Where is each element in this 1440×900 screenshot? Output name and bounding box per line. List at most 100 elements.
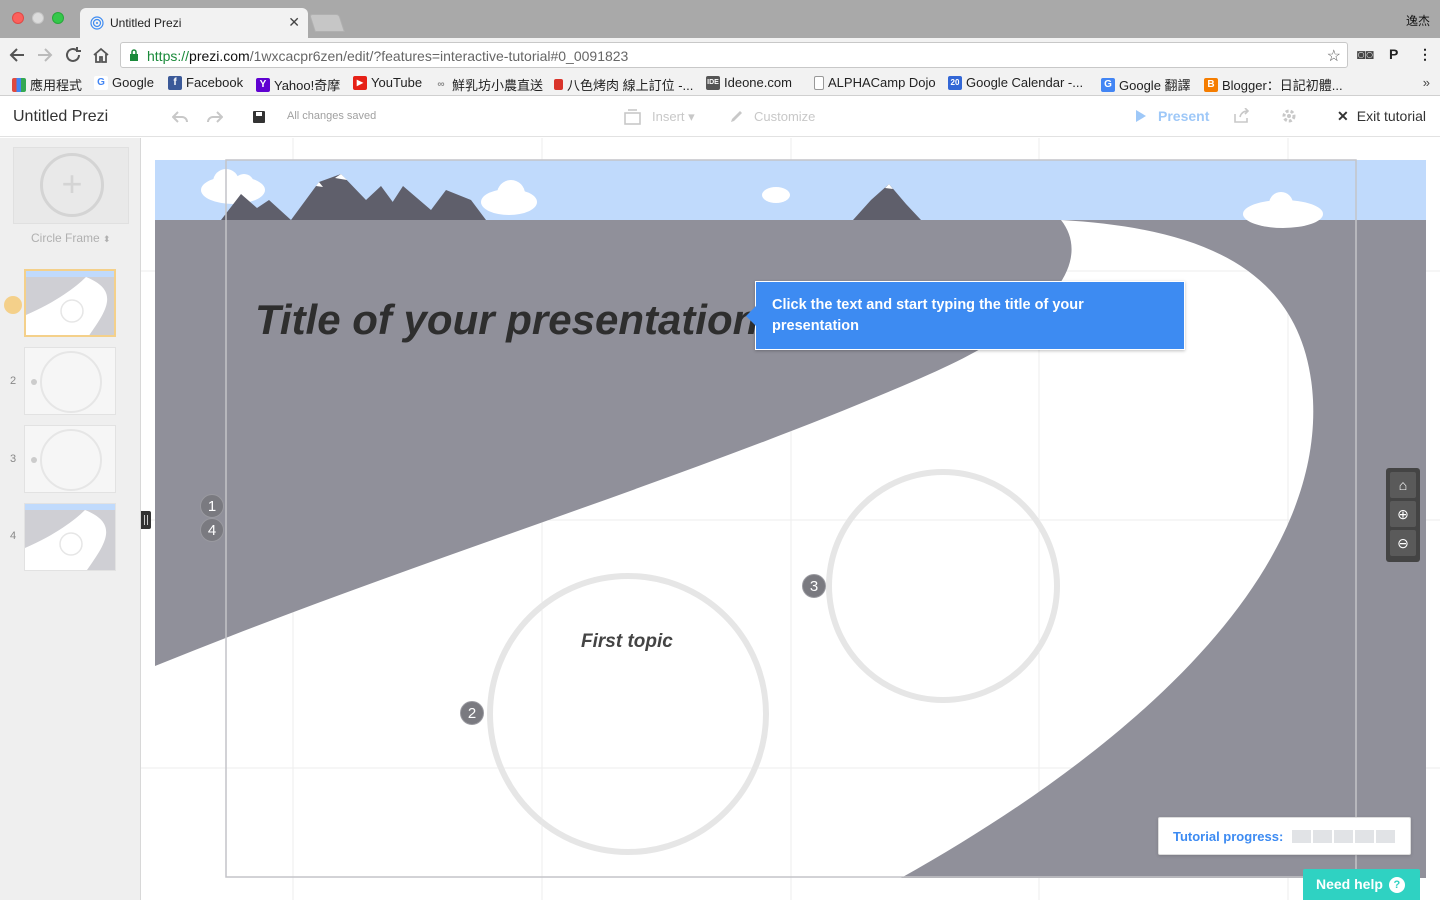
path-step-1[interactable]: 1 [200,494,224,518]
presentation-canvas[interactable]: Title of your presentation First topic 1… [141,138,1440,900]
browser-tab-active[interactable]: Untitled Prezi ✕ [80,8,308,38]
path-step-4[interactable]: 4 [200,518,224,542]
bookmark-yahoo[interactable]: Y Yahoo!奇摩 [256,75,340,94]
settings-gear-icon[interactable] [1281,108,1297,124]
frames-sidebar: + Circle Frame ⬍ 2 3 4 [0,138,141,900]
first-topic-text[interactable]: First topic [581,631,673,653]
minimize-window-button[interactable] [32,12,44,24]
redo-icon[interactable] [207,110,223,124]
slide-thumbnail-overview[interactable] [24,269,116,337]
prezi-title[interactable]: Untitled Prezi [13,108,108,126]
thumbnail-number: 4 [10,530,17,542]
youtube-icon: ▶ [353,75,367,90]
bookmark-bbq[interactable]: 八色烤肉 線上訂位 -... [554,75,693,94]
yahoo-icon: Y [256,77,270,92]
path-step-3[interactable]: 3 [802,574,826,598]
bookmark-star-icon[interactable]: ☆ [1327,46,1341,66]
slide-thumbnail-4[interactable] [24,503,116,571]
first-topic-circle [487,573,769,855]
question-icon: ? [1388,877,1405,893]
undo-icon[interactable] [172,110,188,124]
facebook-icon: f [168,75,182,90]
thumbnail-circle-preview [31,429,102,491]
restaurant-icon [554,79,563,90]
insert-icon [624,109,641,125]
progress-segment [1292,830,1311,843]
page-icon [814,75,824,90]
zoom-out-icon[interactable]: ⊖ [1390,530,1416,556]
progress-segment [1355,830,1374,843]
bookmark-google[interactable]: G Google [94,75,154,90]
lock-icon [130,49,138,61]
plus-icon: + [40,153,104,217]
thumbnail-circle-preview [31,351,102,413]
extension-glasses-icon[interactable]: ◙◙ [1357,46,1374,62]
customize-button[interactable]: Customize [754,109,815,124]
bookmark-ideone[interactable]: IDE Ideone.com [706,75,792,90]
bookmark-facebook[interactable]: f Facebook [168,75,243,90]
chrome-menu-icon[interactable]: ⋮ [1418,46,1432,63]
maximize-window-button[interactable] [52,12,64,24]
profile-name[interactable]: 逸杰 [1406,12,1430,29]
url-text: https://prezi.com/1wxcacpr6zen/edit/?fea… [147,48,629,64]
path-step-2[interactable]: 2 [460,701,484,725]
browser-navbar: https://prezi.com/1wxcacpr6zen/edit/?fea… [0,38,1440,72]
google-icon: G [94,75,108,90]
exit-tutorial-button[interactable]: ✕ Exit tutorial [1337,108,1426,125]
tutorial-progress: Tutorial progress: [1158,817,1411,855]
reload-icon[interactable] [62,44,84,66]
zoom-in-icon[interactable]: ⊕ [1390,501,1416,527]
presentation-title[interactable]: Title of your presentation [255,296,758,344]
new-tab-button[interactable] [309,14,345,32]
bookmark-milk-shop[interactable]: ∞ 鮮乳坊小農直送 [434,75,543,94]
ideone-icon: IDE [706,75,720,90]
progress-segment [1376,830,1395,843]
address-bar[interactable]: https://prezi.com/1wxcacpr6zen/edit/?fea… [120,42,1348,68]
canvas-background [141,138,1440,900]
close-window-button[interactable] [12,12,24,24]
save-status: All changes saved [287,110,377,122]
translate-icon: G [1101,77,1115,92]
tutorial-tooltip: Click the text and start typing the titl… [746,281,1185,350]
zoom-controls: ⌂ ⊕ ⊖ [1386,468,1420,562]
thumbnail-overview-preview [25,504,115,570]
bookmarks-overflow-icon[interactable]: » [1423,75,1430,90]
bookmark-youtube[interactable]: ▶ YouTube [353,75,422,90]
slide-thumbnail-2[interactable] [24,347,116,415]
browser-tabstrip: Untitled Prezi ✕ 逸杰 [0,0,1440,38]
progress-segment [1313,830,1332,843]
bookmark-google-translate[interactable]: G Google 翻譯 [1101,75,1191,94]
insert-menu[interactable]: Insert ▾ [652,109,695,125]
bookmark-alphacamp[interactable]: ALPHACamp Dojo [814,75,936,90]
need-help-button[interactable]: Need help? [1303,869,1420,900]
forward-arrow-icon[interactable] [34,44,56,66]
sidebar-resize-handle[interactable] [141,511,151,529]
thumbnail-overview-preview [26,271,114,335]
home-view-icon[interactable]: ⌂ [1390,472,1416,498]
save-icon[interactable] [252,110,266,124]
bookmark-apps[interactable]: 應用程式 [12,75,82,94]
bookmark-google-calendar[interactable]: 20 Google Calendar -... [948,75,1083,90]
calendar-icon: 20 [948,75,962,90]
frame-type-select[interactable]: Circle Frame ⬍ [31,231,111,245]
close-tab-icon[interactable]: ✕ [288,14,300,31]
blogger-icon: B [1204,77,1218,92]
brush-icon [731,111,742,122]
prezi-toolbar: Untitled Prezi All changes saved Insert … [0,97,1440,137]
slide-thumbnail-3[interactable] [24,425,116,493]
apps-grid-icon [12,77,26,92]
play-icon [1136,110,1146,122]
current-step-marker [4,296,22,314]
home-icon[interactable] [90,44,112,66]
present-button[interactable]: Present [1158,108,1209,124]
thumbnail-number: 3 [10,453,17,465]
link-icon: ∞ [437,78,445,90]
back-arrow-icon[interactable] [6,44,28,66]
progress-segment [1334,830,1353,843]
thumbnail-number: 2 [10,375,17,387]
bookmark-blogger[interactable]: B Blogger：日記初體... [1204,75,1343,94]
add-frame-button[interactable]: + [13,147,129,224]
share-icon[interactable] [1233,108,1251,124]
topic-circle-3 [826,469,1060,703]
extension-p-icon[interactable]: P [1389,46,1398,62]
